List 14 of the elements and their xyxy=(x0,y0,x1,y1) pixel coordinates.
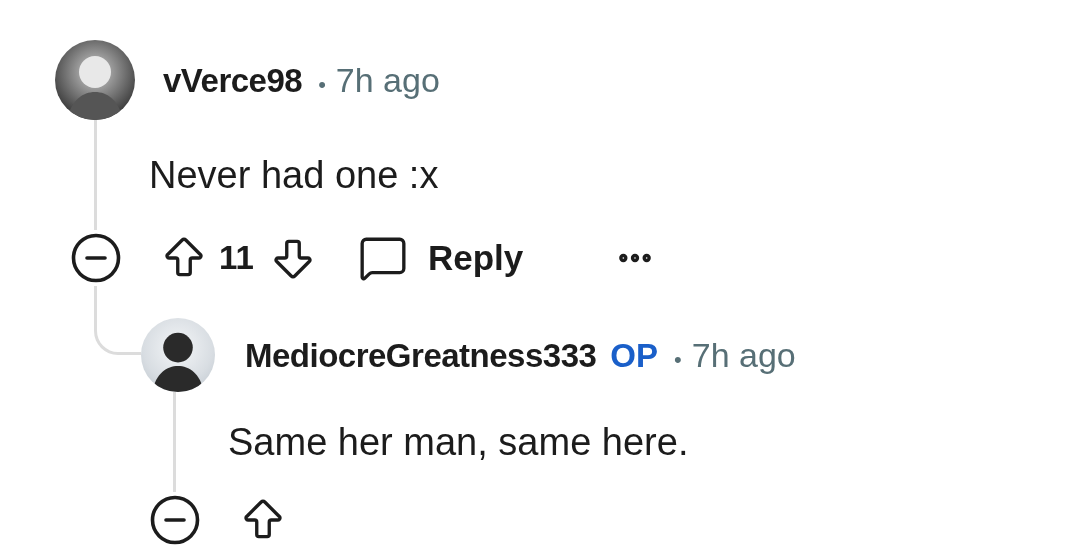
username[interactable]: vVerce98 xyxy=(163,61,303,99)
separator-dot: • xyxy=(318,71,326,97)
reply-button[interactable]: Reply xyxy=(357,233,524,283)
collapse-icon[interactable] xyxy=(148,493,202,547)
vote-count: 11 xyxy=(219,239,254,277)
comment-text: Same her man, same here. xyxy=(228,420,689,464)
separator-dot: • xyxy=(674,346,682,372)
thread-line xyxy=(94,286,141,355)
timestamp: 7h ago xyxy=(691,335,796,374)
comment-text: Never had one :x xyxy=(149,153,439,197)
op-label: OP xyxy=(610,336,659,374)
username[interactable]: MediocreGreatness333 xyxy=(245,336,597,374)
timestamp: 7h ago xyxy=(335,60,440,99)
collapse-icon[interactable] xyxy=(69,231,123,285)
